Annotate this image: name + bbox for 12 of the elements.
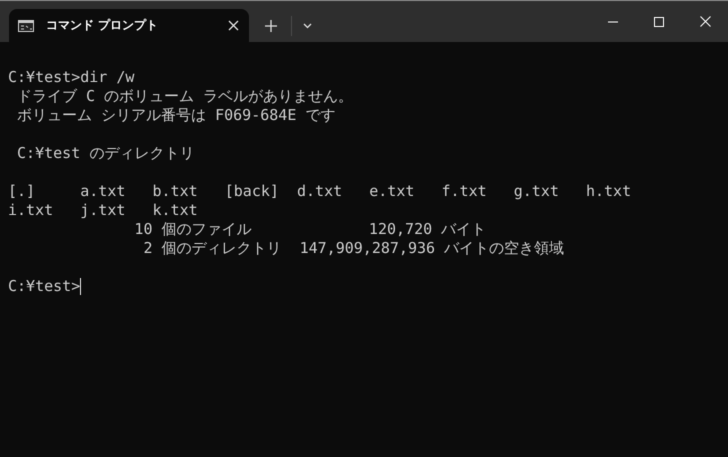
console-line: i.txt j.txt k.txt (8, 201, 199, 220)
terminal-tab[interactable]: コマンド プロンプト (9, 9, 249, 42)
console-line: 2 個のディレクトリ 147,909,287,936 バイトの空き領域 (142, 239, 566, 258)
terminal-icon (18, 20, 34, 32)
console-line: ボリューム シリアル番号は F069-684E です (16, 106, 336, 125)
tab-title: コマンド プロンプト (46, 17, 160, 34)
console-line: ドライブ C のボリューム ラベルがありません。 (16, 87, 354, 106)
console-line: C:¥test>dir /w (8, 68, 136, 87)
console-line: C:¥test のディレクトリ (16, 144, 196, 163)
command-prompt: C:¥test> (8, 277, 80, 296)
console-line: 10 個のファイル 120,720 バイト (133, 220, 488, 239)
console-line: [.] a.txt b.txt [back] d.txt e.txt f.txt g.txt h.txt (8, 182, 632, 201)
